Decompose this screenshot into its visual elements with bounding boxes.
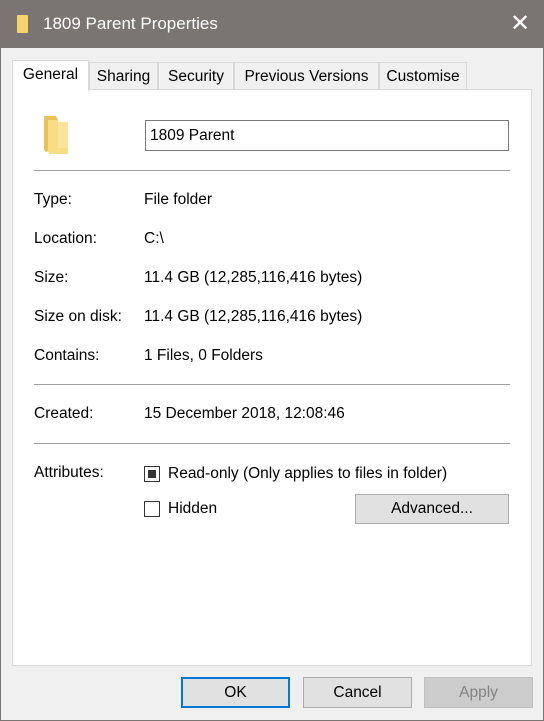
type-value: File folder (144, 191, 213, 208)
tab-general[interactable]: General (12, 60, 89, 91)
ok-button[interactable]: OK (181, 677, 290, 708)
tab-security[interactable]: Security (158, 62, 234, 90)
location-value: C:\ (144, 230, 164, 247)
created-label: Created: (34, 405, 94, 422)
contains-label: Contains: (34, 347, 100, 364)
hidden-label[interactable]: Hidden (168, 500, 217, 518)
folder-name-input[interactable] (145, 120, 509, 151)
tab-sharing[interactable]: Sharing (89, 62, 158, 90)
size-value: 11.4 GB (12,285,116,416 bytes) (144, 269, 363, 286)
type-label: Type: (34, 191, 72, 208)
properties-dialog: 1809 Parent Properties ✕ General Sharing… (0, 0, 544, 721)
tab-previous-versions[interactable]: Previous Versions (234, 62, 379, 90)
close-button[interactable]: ✕ (497, 1, 543, 48)
folder-icon (44, 116, 68, 154)
separator (34, 170, 510, 171)
location-label: Location: (34, 230, 97, 247)
tab-customise[interactable]: Customise (379, 62, 467, 90)
cancel-button[interactable]: Cancel (303, 677, 412, 708)
separator (34, 443, 510, 444)
advanced-button[interactable]: Advanced... (355, 494, 509, 524)
created-value: 15 December 2018, 12:08:46 (144, 405, 345, 422)
apply-button[interactable]: Apply (424, 677, 533, 708)
readonly-checkbox[interactable] (144, 466, 160, 482)
general-panel: Type: File folder Location: C:\ Size: 11… (12, 89, 532, 666)
close-icon: ✕ (509, 10, 531, 37)
title-bar: 1809 Parent Properties ✕ (1, 1, 543, 48)
size-on-disk-value: 11.4 GB (12,285,116,416 bytes) (144, 308, 363, 325)
separator (34, 384, 510, 385)
attributes-label: Attributes: (34, 464, 104, 481)
window-title: 1809 Parent Properties (43, 14, 218, 33)
size-on-disk-label: Size on disk: (34, 308, 122, 325)
folder-icon (17, 15, 28, 33)
readonly-label[interactable]: Read-only (Only applies to files in fold… (168, 465, 447, 483)
indeterminate-mark (148, 470, 156, 478)
hidden-checkbox[interactable] (144, 501, 160, 517)
size-label: Size: (34, 269, 69, 286)
contains-value: 1 Files, 0 Folders (144, 347, 263, 364)
